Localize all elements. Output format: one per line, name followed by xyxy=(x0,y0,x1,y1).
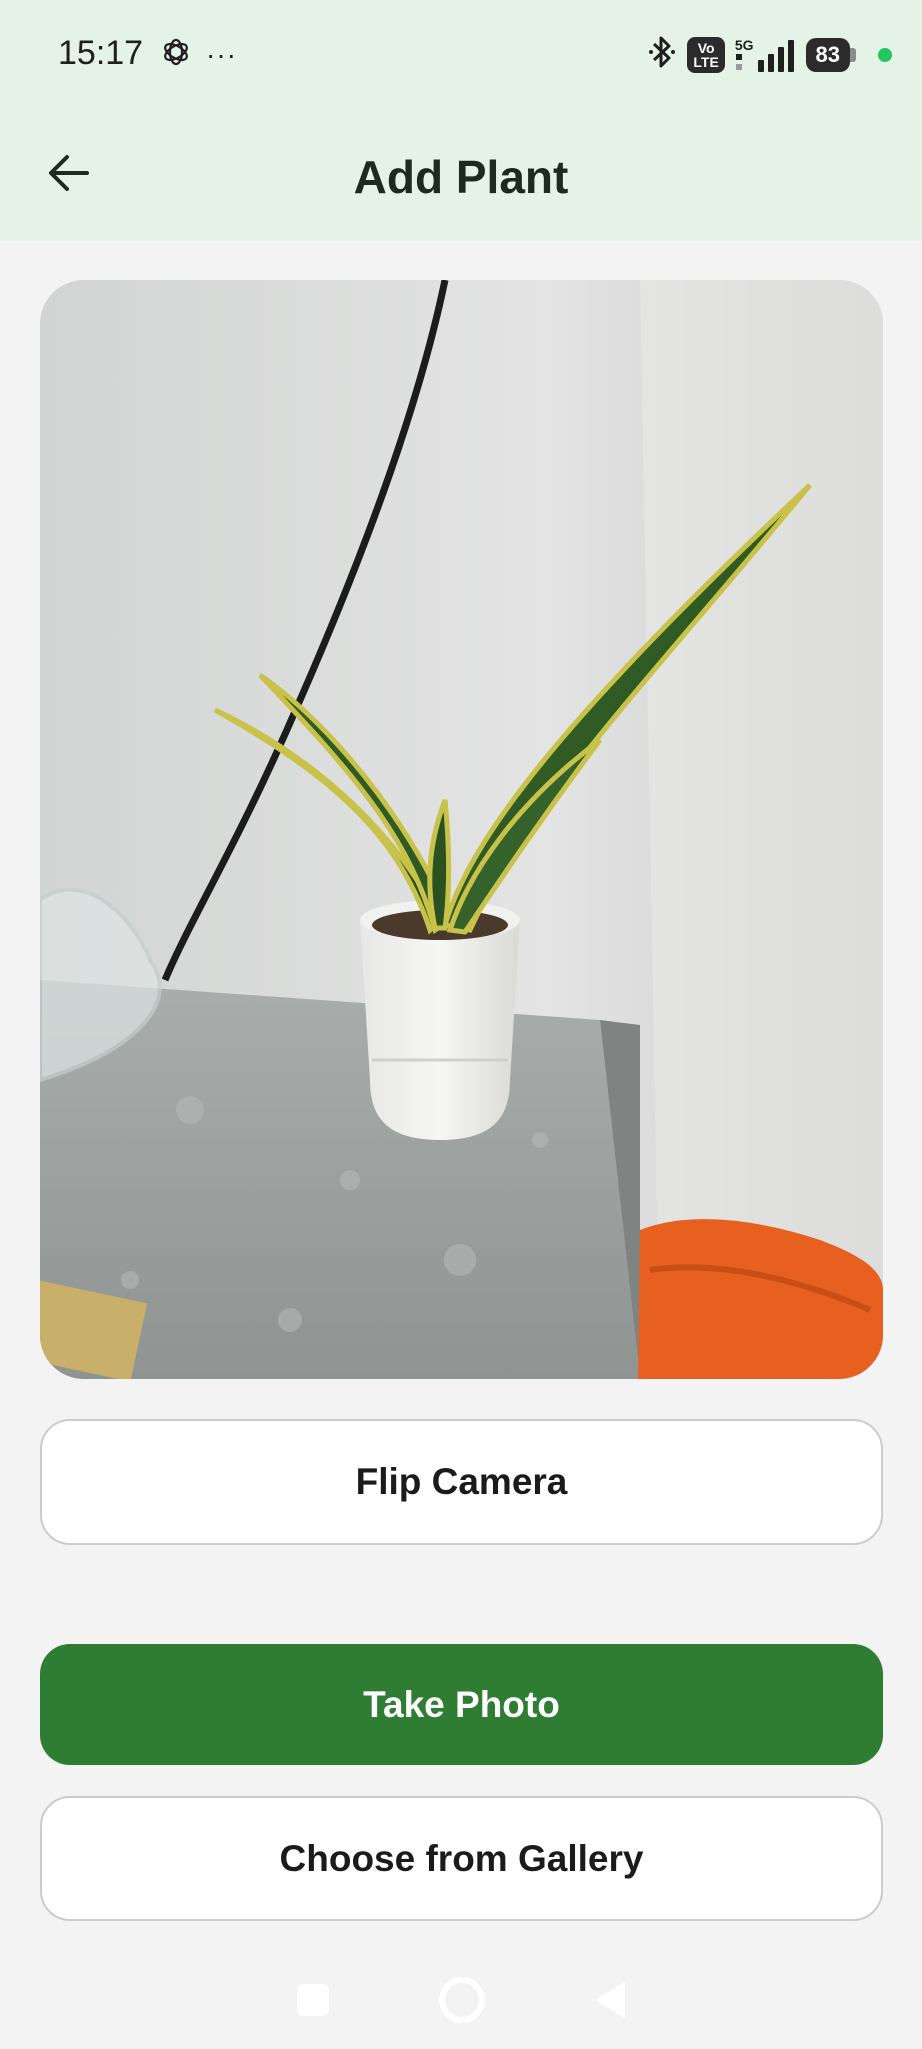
bluetooth-icon xyxy=(647,34,677,75)
back-triangle-icon[interactable] xyxy=(595,1981,625,2018)
take-photo-button[interactable]: Take Photo xyxy=(40,1644,883,1765)
choose-from-gallery-button[interactable]: Choose from Gallery xyxy=(40,1796,883,1921)
flip-camera-button[interactable]: Flip Camera xyxy=(40,1419,883,1545)
status-right-icons: Vo LTE 5G 83 xyxy=(647,34,892,75)
signal-icon: 5G xyxy=(735,38,796,72)
page-title: Add Plant xyxy=(353,151,569,203)
recent-apps-icon[interactable] xyxy=(297,1983,329,2016)
openai-app-icon xyxy=(160,36,192,73)
camera-preview[interactable] xyxy=(40,280,883,1379)
battery-tip xyxy=(850,47,856,62)
more-notifications-icon: ··· xyxy=(206,38,237,70)
home-icon[interactable] xyxy=(439,1976,485,2023)
camera-preview-image xyxy=(40,280,883,1379)
status-bar: 15:17 ··· Vo LTE 5G 83 xyxy=(0,0,922,110)
battery-level: 83 xyxy=(805,37,850,72)
battery-icon: 83 xyxy=(805,37,856,72)
volte-line2: LTE xyxy=(693,53,719,70)
app-header: Add Plant xyxy=(0,110,922,241)
volte-icon: Vo LTE xyxy=(687,36,725,73)
system-nav-bar xyxy=(0,1950,922,2049)
top-area: 15:17 ··· Vo LTE 5G 83 Add Plant xyxy=(0,0,922,241)
privacy-dot-icon xyxy=(878,47,892,62)
status-time: 15:17 xyxy=(58,34,144,72)
add-plant-screen: 15:17 ··· Vo LTE 5G 83 Add Plant Flip Ca… xyxy=(0,0,922,2049)
status-left-icons: ··· xyxy=(160,36,237,73)
network-type: 5G xyxy=(734,36,754,53)
